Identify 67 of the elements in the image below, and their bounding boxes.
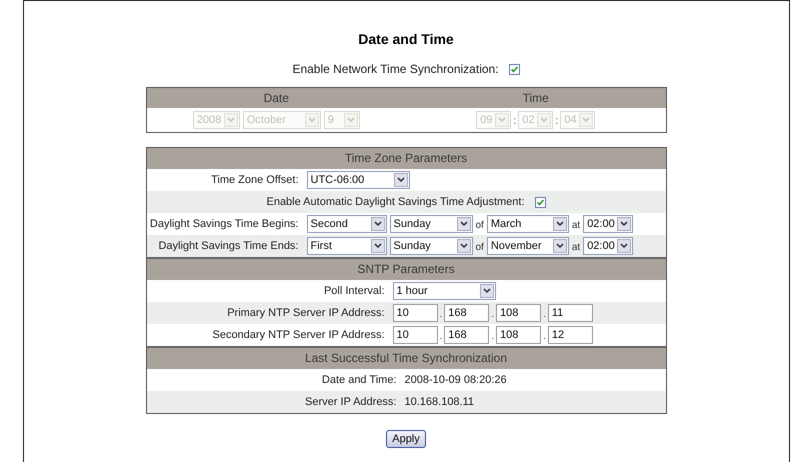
dot-separator: . <box>491 330 494 344</box>
ip-octet-field[interactable]: 11 <box>548 304 593 322</box>
caret-icon <box>344 113 358 127</box>
section-header: SNTP Parameters <box>146 259 666 280</box>
caret-icon <box>537 113 552 127</box>
caret-icon <box>224 113 238 127</box>
ip-octet-field[interactable]: 10 <box>392 326 438 344</box>
ip-octet-field[interactable]: 108 <box>496 326 542 344</box>
checkbox[interactable] <box>534 196 546 208</box>
field-label: Daylight Savings Time Begins: <box>150 216 298 232</box>
section-header: Time Zone Parameters <box>146 148 666 169</box>
date-header: Date <box>146 88 406 108</box>
section-header: Last Successful Time Synchronization <box>146 348 666 369</box>
checkbox[interactable] <box>508 64 520 74</box>
dropdown[interactable]: Sunday <box>390 237 472 255</box>
apply-button[interactable]: Apply <box>386 430 426 448</box>
caret-icon <box>370 217 384 231</box>
field-label: Time Zone Offset: <box>211 172 298 188</box>
caret-icon <box>304 113 319 127</box>
caret-icon <box>579 113 594 127</box>
dropdown[interactable]: 02:00 <box>583 237 634 255</box>
caret-icon <box>552 239 567 253</box>
field-label: Primary NTP Server IP Address: <box>227 306 384 321</box>
separator: : <box>555 114 558 128</box>
dropdown[interactable]: November <box>486 237 569 255</box>
dropdown[interactable]: 1 hour <box>392 282 496 300</box>
dropdown[interactable]: Second <box>306 215 386 233</box>
ip-octet-field[interactable]: 10 <box>392 304 438 322</box>
dot-separator: . <box>543 330 546 344</box>
field-label: Date and Time: <box>322 372 396 388</box>
dropdown[interactable]: Sunday <box>390 215 472 233</box>
caret-icon <box>495 113 510 127</box>
of-text: of <box>476 241 484 255</box>
caret-icon <box>456 239 470 253</box>
field-value: 10.168.108.11 <box>404 394 474 410</box>
dropdown[interactable]: First <box>306 237 386 255</box>
dot-separator: . <box>440 308 442 322</box>
field-label: Daylight Savings Time Ends: <box>158 238 298 254</box>
ip-octet-field[interactable]: 168 <box>444 326 490 344</box>
caret-icon <box>617 217 632 231</box>
caret-icon <box>617 239 632 253</box>
dot-separator: . <box>440 330 442 344</box>
separator: : <box>513 114 516 128</box>
caret-icon <box>394 173 408 187</box>
field-label: Secondary NTP Server IP Address: <box>212 328 384 343</box>
caret-icon <box>480 284 494 298</box>
at-text: at <box>572 241 580 255</box>
of-text: of <box>476 219 484 233</box>
sync-label: Enable Network Time Synchronization: <box>292 61 499 78</box>
ip-octet-field[interactable]: 108 <box>496 304 542 322</box>
caret-icon <box>456 217 470 231</box>
dot-separator: . <box>491 308 494 322</box>
field-value: 2008-10-09 08:20:26 <box>404 372 507 388</box>
ip-octet-field[interactable]: 168 <box>444 304 490 322</box>
dropdown[interactable]: 02:00 <box>583 215 634 233</box>
field-label: Poll Interval: <box>324 284 384 299</box>
ip-octet-field[interactable]: 12 <box>548 326 593 344</box>
time-header: Time <box>406 88 666 108</box>
field-label: Server IP Address: <box>304 394 396 410</box>
field-label: Enable Automatic Daylight Savings Time Adjustment: <box>266 194 525 210</box>
dropdown[interactable]: March <box>486 215 569 233</box>
caret-icon <box>370 239 384 253</box>
at-text: at <box>572 219 580 233</box>
dot-separator: . <box>543 308 546 322</box>
dropdown[interactable]: UTC-06:00 <box>306 171 410 189</box>
page-title: Date and Time <box>358 30 454 49</box>
caret-icon <box>552 217 567 231</box>
